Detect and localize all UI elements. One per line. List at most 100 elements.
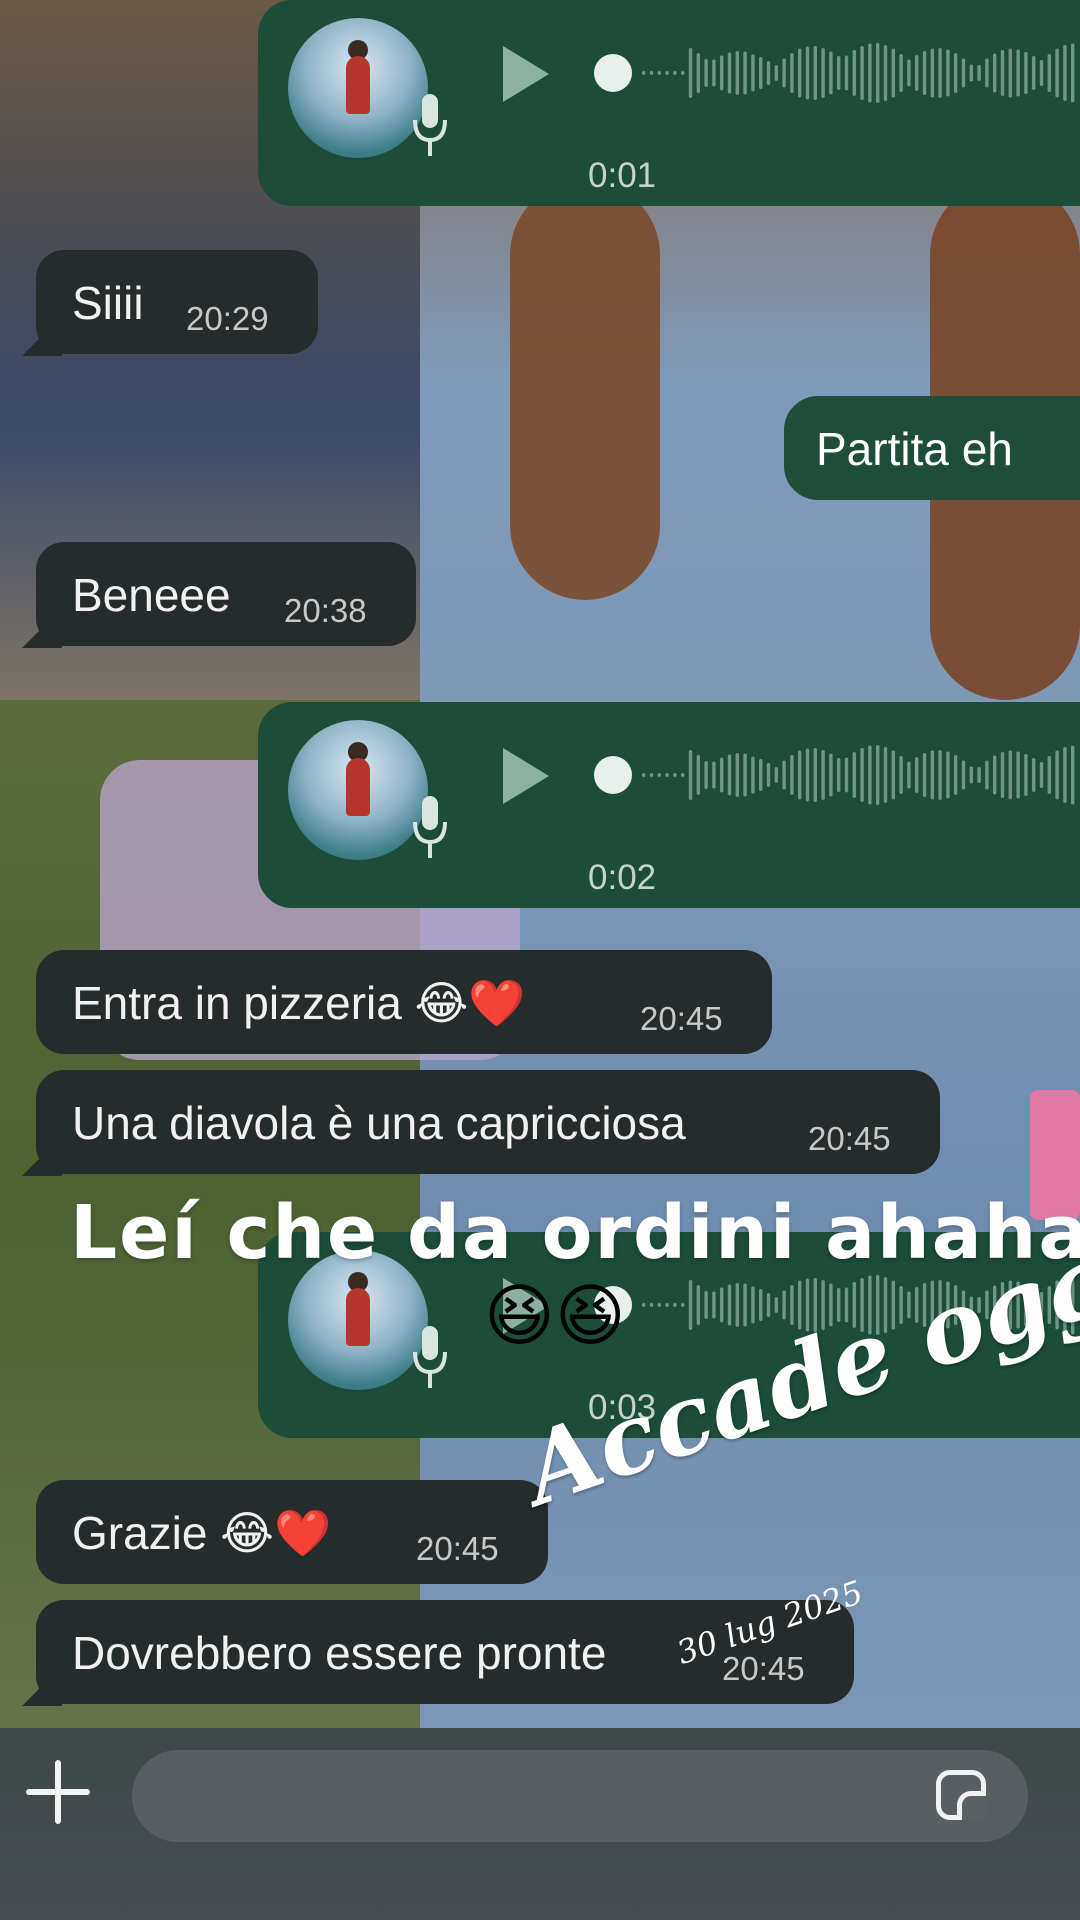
sticker-icon[interactable] [936,1770,986,1820]
waveform-bar [829,753,833,797]
waveform-bar [790,1285,794,1325]
waveform-bar [735,753,739,797]
play-icon[interactable] [503,46,549,102]
waveform-bar [712,1291,716,1319]
voice-duration: 0:02 [588,858,657,897]
waveform-bar [782,760,786,790]
incoming-message[interactable]: Una diavola è una capricciosa 20:45 [36,1070,940,1174]
waveform-bar [844,757,849,793]
playback-scrubber[interactable] [594,54,632,92]
message-time: 20:38 [284,592,367,629]
waveform-bar [985,58,989,88]
waveform-bar [915,757,919,793]
waveform-bar [642,773,646,777]
waveform-bar [844,55,849,91]
voice-duration: 0:01 [588,156,657,195]
waveform-bar [993,755,997,795]
avatar [288,720,428,860]
waveform-bar [1047,54,1051,92]
waveform-bar [759,57,763,89]
voice-message[interactable]: 0:01 [258,0,1080,206]
waveform-bar [852,752,856,798]
waveform-bar [1032,758,1036,792]
waveform-bar [1063,747,1067,803]
waveform-bar [813,748,817,802]
waveform-bar [813,46,817,100]
waveform-bar [805,46,810,100]
waveform-bar [1039,60,1044,86]
waveform-bar [883,45,888,101]
waveform-bar [876,745,880,805]
message-time: 20:45 [722,1650,805,1687]
waveform-bar [993,53,997,93]
waveform-bar [751,1286,755,1324]
waveform-bar [946,751,950,799]
waveform-bar [704,1291,708,1319]
waveform-bar [751,54,755,92]
incoming-message[interactable]: Entra in pizzeria 😂❤️ 20:45 [36,950,772,1054]
waveform-bar [712,761,716,789]
play-icon[interactable] [503,748,549,804]
waveform-bar [805,748,810,802]
waveform-bar [688,1280,693,1330]
incoming-message[interactable]: Grazie 😂❤️ 20:45 [36,1480,548,1584]
microphone-icon [413,796,447,858]
waveform-bar [712,59,716,87]
waveform-bar [1039,762,1044,788]
waveform-bar [673,773,677,777]
incoming-message[interactable]: Beneee 20:38 [36,542,416,646]
incoming-message[interactable]: Siiii 20:29 [36,250,318,354]
waveform-bar [1055,750,1059,800]
waveform-bar [743,1283,747,1327]
waveform-bar [798,48,802,98]
outgoing-message[interactable]: Partita eh [784,396,1080,500]
waveform-bar [1071,745,1075,805]
waveform-bar [735,1283,739,1327]
voice-message[interactable]: 0:02 [258,702,1080,908]
plus-icon[interactable] [26,1760,90,1824]
waveform-bar [751,756,755,794]
waveform-bar [899,756,903,794]
message-time: 20:29 [186,300,269,337]
waveform-bar [665,71,669,75]
message-text: Partita eh [816,423,1013,475]
waveform-bar [1047,756,1051,794]
waveform-bar [954,53,958,93]
waveform-bar [1008,750,1012,800]
waveform-bar [720,1287,724,1323]
waveform-bar [1071,43,1075,103]
waveform [642,43,1075,103]
waveform-bar [759,1289,763,1321]
waveform-bar [860,748,864,802]
playback-scrubber[interactable] [594,756,632,794]
waveform-bar [720,757,724,793]
waveform-bar [727,1284,732,1326]
waveform-bar [657,773,661,777]
waveform-bar [1000,752,1005,798]
waveform-bar [922,753,927,797]
waveform-bar [766,763,771,787]
waveform-bar [720,55,724,91]
waveform-bar [1016,751,1020,799]
waveform-bar [642,71,646,75]
waveform-bar [657,71,661,75]
waveform-bar [681,773,685,777]
waveform-bar [938,48,942,98]
story-caption-emoji: 😆😆 [484,1278,626,1354]
waveform-bar [938,750,942,800]
waveform-bar [907,761,911,789]
waveform-bar [961,760,966,790]
waveform-bar [798,750,802,800]
waveform-bar [735,51,739,95]
waveform-bar [1016,49,1020,97]
waveform-bar [696,755,700,795]
message-input[interactable] [132,1750,1028,1842]
message-time: 20:45 [808,1120,891,1157]
waveform-bar [688,750,693,800]
waveform-bar [766,61,771,85]
waveform-bar [649,1303,654,1307]
message-text: Grazie 😂❤️ [72,1507,332,1559]
waveform-bar [790,755,794,795]
waveform-bar [1024,52,1028,94]
waveform-bar [1055,48,1059,98]
